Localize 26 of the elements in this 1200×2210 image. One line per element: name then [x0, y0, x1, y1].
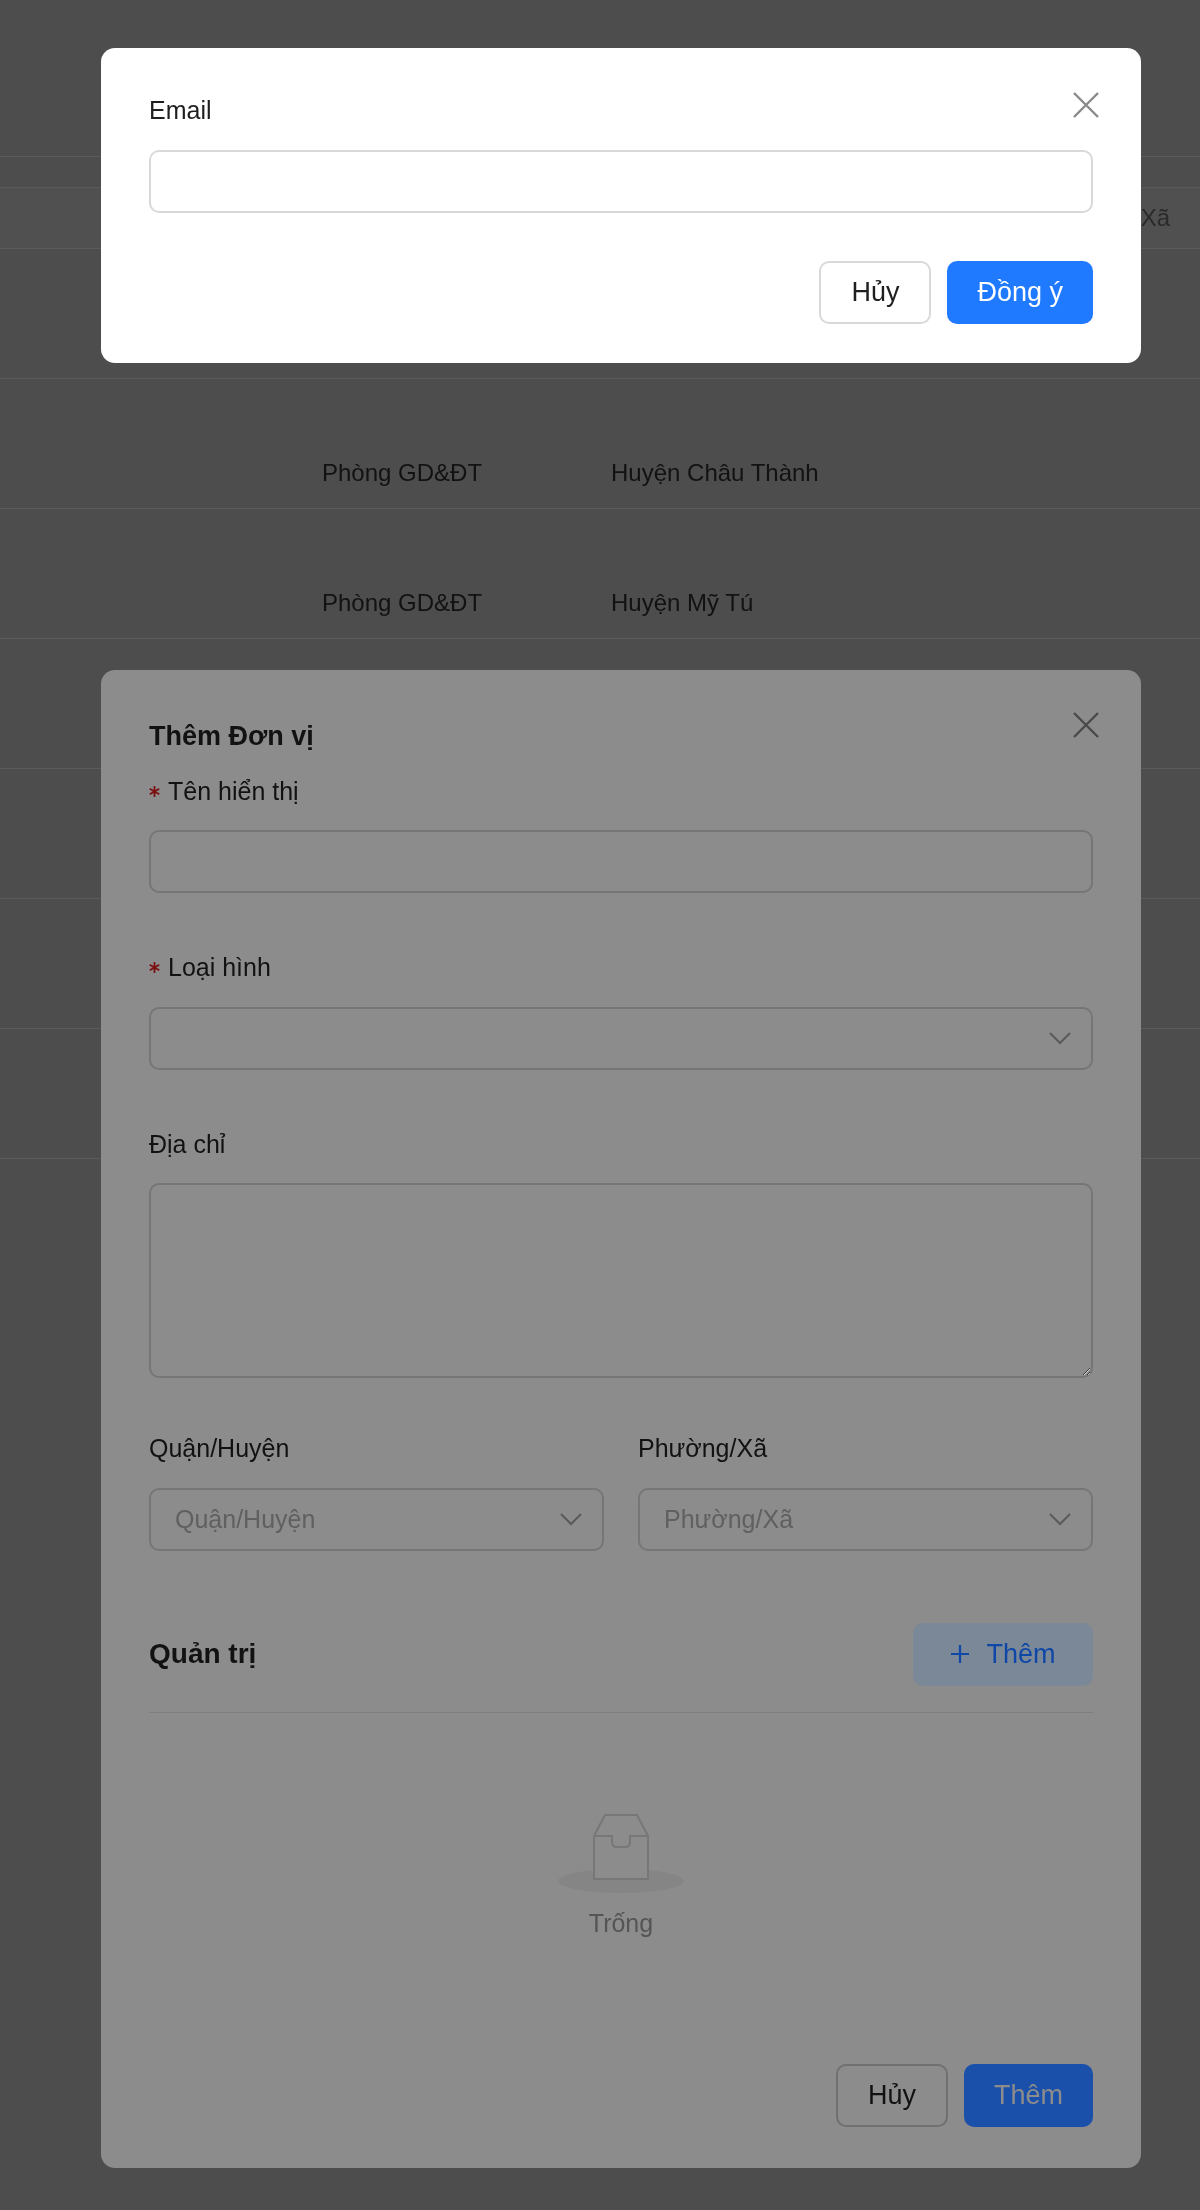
field-label: Email — [149, 95, 212, 126]
field-label: Tên hiển thị — [168, 775, 299, 807]
email-field[interactable] — [149, 149, 1093, 213]
select-field[interactable] — [149, 1006, 1093, 1070]
table-cell-text: Huyện Mỹ Tú — [611, 587, 754, 618]
chevron-down-icon — [1049, 1030, 1071, 1045]
add-button[interactable]: Thêm — [913, 1622, 1093, 1686]
text-area[interactable] — [149, 1183, 1093, 1378]
field-label: Quận/Huyện — [149, 1433, 291, 1464]
plus-icon — [950, 1644, 971, 1664]
confirm-button[interactable]: Đồng ý — [947, 260, 1093, 324]
field-label: Địa chỉ — [149, 1128, 226, 1160]
close-button[interactable] — [1071, 90, 1101, 120]
dialog-title: Thêm Đơn vị — [149, 720, 314, 753]
field-label: Phường/Xã — [638, 1433, 769, 1464]
close-button[interactable] — [1071, 710, 1101, 740]
table-cell-text: Phòng GD&ĐT — [322, 457, 484, 488]
section-title: Quản trị — [149, 1637, 257, 1671]
field-label: Loại hình — [168, 952, 271, 983]
table-cell-text: Phòng GD&ĐT — [322, 587, 484, 618]
chevron-down-icon — [1049, 1511, 1071, 1526]
cancel-button[interactable]: Hủy — [819, 260, 932, 324]
submit-button[interactable]: Thêm — [963, 2064, 1093, 2127]
cancel-button[interactable]: Hủy — [835, 2064, 948, 2127]
table-cell-text: Huyện Châu Thành — [611, 457, 819, 488]
chevron-down-icon — [560, 1511, 582, 1526]
